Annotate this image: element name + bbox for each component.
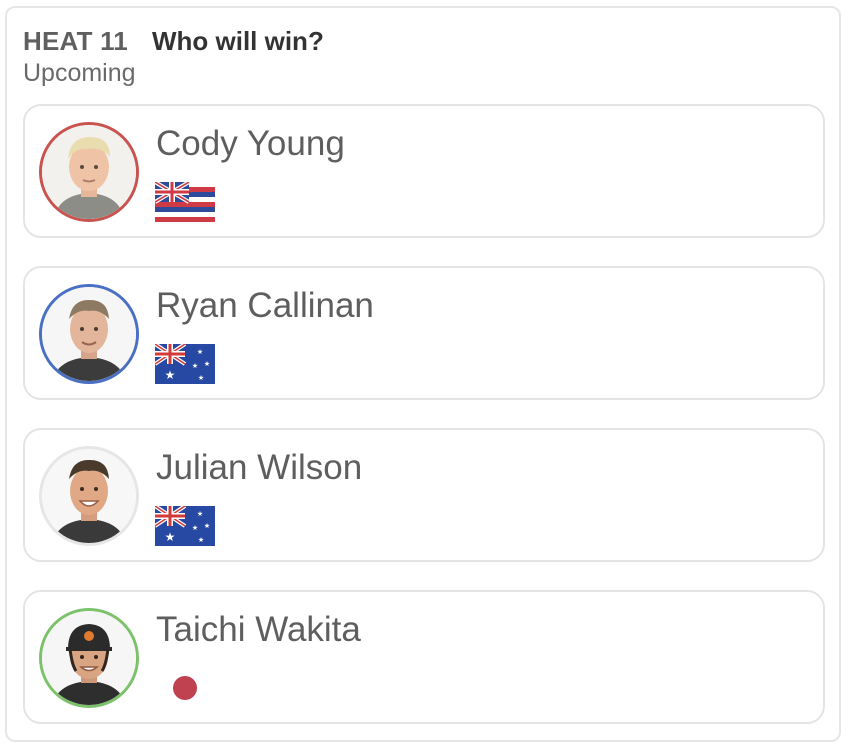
avatar (39, 284, 139, 384)
surfer-name: Julian Wilson (156, 448, 363, 487)
heat-panel: HEAT 11 Who will win? Upcoming Cody Youn… (5, 6, 841, 742)
svg-text:★: ★ (204, 522, 210, 530)
svg-text:★: ★ (192, 524, 198, 532)
surfer-card-cody-young[interactable]: Cody Young (23, 104, 825, 238)
hawaii-flag-icon (155, 182, 215, 222)
surfer-card-taichi-wakita[interactable]: Taichi Wakita (23, 590, 825, 724)
svg-text:★: ★ (197, 510, 203, 518)
surfer-card-julian-wilson[interactable]: Julian Wilson ★ ★ ★ ★ ★ (23, 428, 825, 562)
heat-status: Upcoming (23, 59, 136, 87)
heat-label: HEAT 11 (23, 26, 128, 56)
avatar (39, 608, 139, 708)
surfer-name: Ryan Callinan (156, 286, 374, 325)
svg-text:★: ★ (198, 374, 204, 382)
svg-text:★: ★ (197, 348, 203, 356)
avatar (39, 122, 139, 222)
heat-header: HEAT 11 Who will win? Upcoming (23, 26, 324, 88)
svg-text:★: ★ (192, 362, 198, 370)
svg-text:★: ★ (204, 360, 210, 368)
surfer-name: Taichi Wakita (156, 610, 361, 649)
australia-flag-icon: ★ ★ ★ ★ ★ (155, 506, 215, 546)
australia-flag-icon: ★ ★ ★ ★ ★ (155, 344, 215, 384)
japan-flag-icon (155, 668, 215, 708)
svg-text:★: ★ (198, 536, 204, 544)
surfer-name: Cody Young (156, 124, 345, 163)
avatar (39, 446, 139, 546)
svg-text:★: ★ (165, 368, 176, 382)
prediction-question: Who will win? (151, 26, 324, 56)
surfer-card-ryan-callinan[interactable]: Ryan Callinan ★ ★ ★ ★ ★ (23, 266, 825, 400)
svg-text:★: ★ (165, 530, 176, 544)
